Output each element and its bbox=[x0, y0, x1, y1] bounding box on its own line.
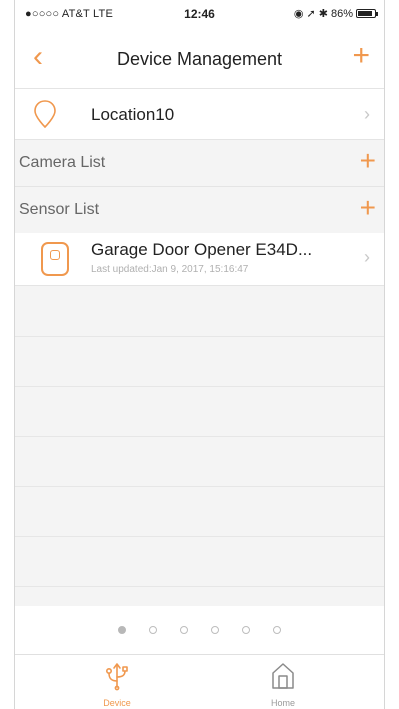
sensor-icon-inner bbox=[50, 250, 60, 260]
location-row[interactable]: Location10 › bbox=[15, 89, 384, 140]
page-dot bbox=[273, 626, 281, 634]
empty-list-area bbox=[15, 286, 384, 606]
battery-icon bbox=[356, 9, 378, 18]
status-bar: ●○○○○ AT&T LTE 12:46 ◉ ➚ ✱ 86% bbox=[15, 0, 384, 26]
list-item[interactable]: Garage Door Opener E34D... Last updated:… bbox=[15, 233, 384, 286]
divider bbox=[15, 486, 384, 487]
battery-percent: 86% bbox=[330, 7, 353, 20]
page-dot bbox=[211, 626, 219, 634]
divider bbox=[15, 586, 384, 587]
location-name: Location10 bbox=[91, 105, 175, 124]
tab-bar: Device Home bbox=[15, 654, 384, 709]
sensor-list-header: Sensor List + bbox=[15, 187, 384, 234]
page-dot bbox=[118, 626, 126, 634]
tab-home[interactable]: Home bbox=[223, 655, 343, 709]
page-dot bbox=[180, 626, 188, 634]
status-time: 12:46 bbox=[184, 7, 215, 21]
page-title: Device Management bbox=[116, 49, 283, 69]
location-pin-icon bbox=[34, 100, 56, 129]
add-camera-button[interactable]: + bbox=[360, 147, 376, 175]
page-indicator bbox=[15, 626, 384, 634]
phone-screen: ●○○○○ AT&T LTE 12:46 ◉ ➚ ✱ 86% ‹ Device … bbox=[14, 0, 385, 709]
divider bbox=[15, 536, 384, 537]
status-icons: ◉ ➚ ✱ bbox=[293, 8, 328, 20]
tab-device[interactable]: Device bbox=[57, 655, 177, 709]
home-icon bbox=[272, 663, 294, 689]
divider bbox=[15, 436, 384, 437]
chevron-right-icon: › bbox=[364, 104, 370, 124]
battery-fill bbox=[358, 11, 372, 16]
add-sensor-button[interactable]: + bbox=[360, 194, 376, 222]
sensor-name: Garage Door Opener E34D... bbox=[91, 240, 313, 259]
status-indicators: ◉ ➚ ✱ 86% bbox=[293, 7, 378, 20]
page-dot bbox=[242, 626, 250, 634]
carrier-label: ●○○○○ AT&T LTE bbox=[25, 8, 113, 20]
camera-list-label: Camera List bbox=[19, 154, 106, 171]
garage-sensor-icon bbox=[41, 242, 69, 276]
sensor-last-updated: Last updated:Jan 9, 2017, 15:16:47 bbox=[91, 264, 249, 275]
add-button[interactable]: + bbox=[352, 41, 370, 71]
tab-device-label: Device bbox=[103, 698, 131, 708]
nav-bar: ‹ Device Management + bbox=[15, 26, 384, 89]
tab-home-label: Home bbox=[270, 698, 295, 708]
page-dot bbox=[149, 626, 157, 634]
sensor-list-label: Sensor List bbox=[19, 201, 100, 218]
camera-list-header: Camera List + bbox=[15, 140, 384, 187]
divider bbox=[15, 386, 384, 387]
divider bbox=[15, 336, 384, 337]
chevron-right-icon: › bbox=[364, 247, 370, 267]
device-usb-icon bbox=[105, 663, 128, 691]
